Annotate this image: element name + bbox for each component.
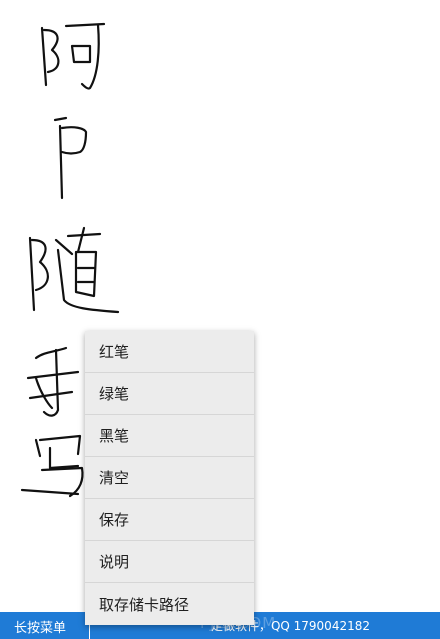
menu-item-red-pen[interactable]: 红笔: [85, 331, 254, 373]
menu-item-green-pen[interactable]: 绿笔: [85, 373, 254, 415]
menu-item-help[interactable]: 说明: [85, 541, 254, 583]
menu-item-black-pen[interactable]: 黑笔: [85, 415, 254, 457]
menu-item-clear[interactable]: 清空: [85, 457, 254, 499]
popup-menu: 红笔 绿笔 黑笔 清空 保存 说明 取存储卡路径: [85, 331, 254, 625]
long-press-menu-label[interactable]: 长按菜单: [14, 617, 66, 636]
menu-item-save[interactable]: 保存: [85, 499, 254, 541]
menu-item-sd-card-path[interactable]: 取存储卡路径: [85, 583, 254, 625]
